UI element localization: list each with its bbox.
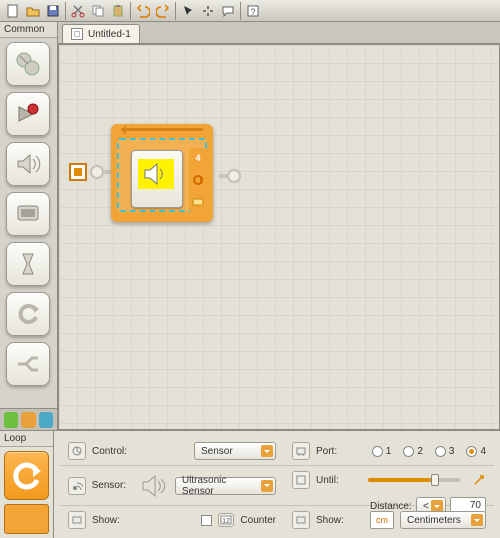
show-label-right: Show: bbox=[316, 515, 358, 526]
palette-title: Common bbox=[0, 22, 57, 38]
palette-display-block[interactable] bbox=[6, 192, 50, 236]
beam-output bbox=[219, 169, 241, 183]
svg-text:12: 12 bbox=[223, 518, 231, 525]
control-value: Sensor bbox=[201, 446, 233, 457]
cfg-show-left-row: Show: 12 Counter bbox=[60, 506, 284, 534]
control-dropdown[interactable]: Sensor bbox=[194, 442, 276, 460]
open-file-button[interactable] bbox=[23, 2, 43, 20]
counter-icon: 12 bbox=[218, 513, 234, 527]
pointer-tool-button[interactable] bbox=[178, 2, 198, 20]
config-block-chip bbox=[4, 504, 49, 534]
port-radio-2[interactable] bbox=[403, 446, 414, 457]
loop-sidebar: 4 bbox=[189, 148, 207, 212]
config-panel: Loop Control: Sensor Port: 1 2 3 4 bbox=[0, 430, 500, 538]
palette-tab-common[interactable] bbox=[4, 412, 18, 428]
unit-dropdown[interactable]: Centimeters bbox=[400, 511, 486, 529]
config-title: Loop bbox=[0, 431, 53, 447]
palette-category-tabs bbox=[0, 408, 57, 430]
sensor-value: Ultrasonic Sensor bbox=[182, 475, 259, 497]
control-icon bbox=[68, 442, 86, 460]
palette-sound-block[interactable] bbox=[6, 142, 50, 186]
undo-button[interactable] bbox=[133, 2, 153, 20]
help-button[interactable]: ? bbox=[243, 2, 263, 20]
palette-tab-complete[interactable] bbox=[21, 412, 35, 428]
redo-button[interactable] bbox=[153, 2, 173, 20]
counter-label: Counter bbox=[240, 515, 276, 526]
save-file-button[interactable] bbox=[43, 2, 63, 20]
until-label: Until: bbox=[316, 475, 358, 486]
show-icon-right bbox=[292, 511, 310, 529]
speaker-icon bbox=[138, 159, 174, 189]
distance-op: < bbox=[423, 501, 429, 512]
file-tab-icon bbox=[71, 28, 83, 40]
file-tab[interactable]: Untitled-1 bbox=[62, 24, 140, 43]
config-block-preview bbox=[4, 451, 49, 500]
port-icon bbox=[292, 442, 310, 460]
until-icon bbox=[292, 471, 310, 489]
counter-checkbox[interactable] bbox=[201, 515, 212, 526]
cfg-sensor-row: Sensor: Ultrasonic Sensor bbox=[60, 466, 284, 506]
port-radio-3[interactable] bbox=[435, 446, 446, 457]
cfg-show-right-row: Show: cm Centimeters bbox=[284, 506, 494, 534]
copy-button[interactable] bbox=[88, 2, 108, 20]
loop-port-badge: 4 bbox=[195, 153, 200, 163]
paste-button[interactable] bbox=[108, 2, 128, 20]
control-label: Control: bbox=[92, 446, 134, 457]
palette-wait-block[interactable] bbox=[6, 242, 50, 286]
show-label-left: Show: bbox=[92, 515, 134, 526]
cfg-port-row: Port: 1 2 3 4 bbox=[284, 437, 494, 466]
unit-display: cm bbox=[370, 511, 394, 529]
sensor-label: Sensor: bbox=[92, 480, 134, 491]
palette-loop-block[interactable] bbox=[6, 292, 50, 336]
sensor-icon bbox=[68, 477, 86, 495]
port-label: Port: bbox=[316, 446, 358, 457]
block-palette: Common bbox=[0, 22, 58, 430]
cut-button[interactable] bbox=[68, 2, 88, 20]
start-block[interactable] bbox=[69, 163, 87, 181]
cfg-until-row: Until: Distance: < 70 bbox=[284, 466, 494, 506]
sound-block-instance[interactable] bbox=[131, 150, 183, 208]
new-file-button[interactable] bbox=[3, 2, 23, 20]
ultrasonic-icon bbox=[140, 472, 169, 500]
file-tab-label: Untitled-1 bbox=[88, 29, 131, 40]
svg-text:?: ? bbox=[250, 7, 255, 17]
show-icon bbox=[68, 511, 86, 529]
comment-tool-button[interactable] bbox=[218, 2, 238, 20]
cfg-control-row: Control: Sensor bbox=[60, 437, 284, 466]
loop-sensor-icon bbox=[191, 197, 205, 207]
main-toolbar: ? bbox=[0, 0, 500, 22]
slider-max-icon bbox=[472, 473, 486, 487]
unit-value: Centimeters bbox=[407, 515, 461, 526]
loop-repeat-icon bbox=[191, 173, 205, 187]
palette-switch-block[interactable] bbox=[6, 342, 50, 386]
tab-strip: Untitled-1 bbox=[58, 22, 500, 44]
palette-record-block[interactable] bbox=[6, 92, 50, 136]
port-radio-1[interactable] bbox=[372, 446, 383, 457]
distance-slider[interactable] bbox=[368, 478, 460, 482]
palette-move-block[interactable] bbox=[6, 42, 50, 86]
palette-tab-custom[interactable] bbox=[39, 412, 53, 428]
program-canvas[interactable]: 4 bbox=[58, 44, 500, 430]
port-radio-4[interactable] bbox=[466, 446, 477, 457]
sensor-dropdown[interactable]: Ultrasonic Sensor bbox=[175, 477, 276, 495]
pan-tool-button[interactable] bbox=[198, 2, 218, 20]
loop-block-instance[interactable]: 4 bbox=[111, 124, 213, 222]
